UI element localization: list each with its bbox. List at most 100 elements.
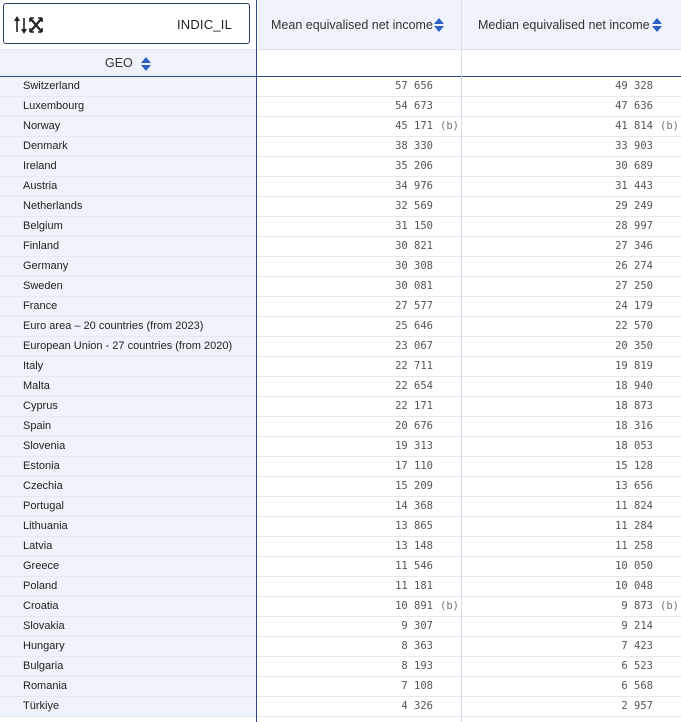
- geo-row-label[interactable]: Malta: [0, 377, 256, 396]
- median-value-cell: 20 350: [615, 340, 653, 352]
- table-row: Czechia 15 209 13 656: [0, 477, 681, 497]
- mean-value-cell: 22 654: [395, 380, 433, 392]
- data-table: INDIC_IL Mean equivalised net income Med…: [0, 0, 681, 722]
- median-value-cell: 41 814: [615, 120, 653, 132]
- table-row: Euro area – 20 countries (from 2023) 25 6…: [0, 317, 681, 337]
- geo-row-label[interactable]: Croatia: [0, 597, 256, 616]
- geo-row-label[interactable]: Sweden: [0, 277, 256, 296]
- mean-value-cell: 15 209: [395, 480, 433, 492]
- mean-value-cell: 11 181: [395, 580, 433, 592]
- geo-row-label[interactable]: Norway: [0, 117, 256, 136]
- geo-row-label[interactable]: France: [0, 297, 256, 316]
- geo-row-label[interactable]: Estonia: [0, 457, 256, 476]
- mean-value-cell: 23 067: [395, 340, 433, 352]
- mean-value-cell: 45 171: [395, 120, 433, 132]
- table-row: European Union - 27 countries (from 2020…: [0, 337, 681, 357]
- table-row: Switzerland 57 656 49 328: [0, 77, 681, 97]
- geo-row-label[interactable]: Bulgaria: [0, 657, 256, 676]
- table-row: Estonia 17 110 15 128: [0, 457, 681, 477]
- geo-row-label[interactable]: Türkiye: [0, 697, 256, 716]
- median-value-cell: 24 179: [615, 300, 653, 312]
- median-value-cell: 7 423: [621, 640, 653, 652]
- column-header-mean[interactable]: Mean equivalised net income: [258, 0, 461, 50]
- geo-row-label[interactable]: Hungary: [0, 637, 256, 656]
- sort-up-down-icon[interactable]: [433, 17, 445, 33]
- median-value-cell: 28 997: [615, 220, 653, 232]
- median-value-cell: 2 957: [621, 700, 653, 712]
- geo-row-label[interactable]: Slovakia: [0, 617, 256, 636]
- sort-swap-icon[interactable]: [11, 15, 47, 35]
- geo-row-label[interactable]: Denmark: [0, 137, 256, 156]
- table-row: Latvia 13 148 11 258: [0, 537, 681, 557]
- mean-value-cell: 8 363: [401, 640, 433, 652]
- table-row: Cyprus 22 171 18 873: [0, 397, 681, 417]
- median-value-cell: 10 048: [615, 580, 653, 592]
- mean-value-cell: 32 569: [395, 200, 433, 212]
- geo-row-label[interactable]: Spain: [0, 417, 256, 436]
- sort-up-down-icon[interactable]: [651, 17, 663, 33]
- table-row: Lithuania 13 865 11 284: [0, 517, 681, 537]
- geo-row-label[interactable]: Romania: [0, 677, 256, 696]
- table-row: Portugal 14 368 11 824: [0, 497, 681, 517]
- geo-row-label[interactable]: Czechia: [0, 477, 256, 496]
- geo-row-label[interactable]: European Union - 27 countries (from 2020…: [0, 337, 256, 356]
- table-row: Hungary 8 363 7 423: [0, 637, 681, 657]
- row-header-divider: [256, 0, 257, 722]
- median-value-cell: 10 050: [615, 560, 653, 572]
- geo-row-label[interactable]: Poland: [0, 577, 256, 596]
- column-header-label: Mean equivalised net income: [271, 18, 433, 32]
- median-value-cell: 11 284: [615, 520, 653, 532]
- geo-row-label[interactable]: Slovenia: [0, 437, 256, 456]
- geo-row-label[interactable]: Switzerland: [0, 77, 256, 96]
- median-value-cell: 18 873: [615, 400, 653, 412]
- table-row: Malta 22 654 18 940: [0, 377, 681, 397]
- geo-dimension-label: GEO: [105, 56, 133, 70]
- geo-row-label[interactable]: Lithuania: [0, 517, 256, 536]
- geo-row-label[interactable]: Belgium: [0, 217, 256, 236]
- table-row: Bulgaria 8 193 6 523: [0, 657, 681, 677]
- table-row: Romania 7 108 6 568: [0, 677, 681, 697]
- column-header-median[interactable]: Median equivalised net income: [462, 0, 681, 50]
- geo-row-label[interactable]: Latvia: [0, 537, 256, 556]
- mean-value-cell: 57 656: [395, 80, 433, 92]
- median-value-cell: 29 249: [615, 200, 653, 212]
- geo-row-label[interactable]: Italy: [0, 357, 256, 376]
- geo-row-label[interactable]: Germany: [0, 257, 256, 276]
- indicator-dimension-label: INDIC_IL: [176, 17, 232, 32]
- median-value-cell: 6 568: [621, 680, 653, 692]
- median-flag: (b): [660, 600, 679, 612]
- geo-row-label[interactable]: Cyprus: [0, 397, 256, 416]
- mean-value-cell: 20 676: [395, 420, 433, 432]
- median-value-cell: 11 824: [615, 500, 653, 512]
- mean-value-cell: 13 865: [395, 520, 433, 532]
- sort-up-down-icon[interactable]: [140, 56, 152, 72]
- row-dimension-header[interactable]: GEO: [0, 50, 256, 76]
- table-row: France 27 577 24 179: [0, 297, 681, 317]
- median-value-cell: 15 128: [615, 460, 653, 472]
- geo-row-label[interactable]: Ireland: [0, 157, 256, 176]
- mean-value-cell: 27 577: [395, 300, 433, 312]
- geo-row-label[interactable]: Finland: [0, 237, 256, 256]
- median-value-cell: 30 689: [615, 160, 653, 172]
- geo-row-label[interactable]: Netherlands: [0, 197, 256, 216]
- median-value-cell: 49 328: [615, 80, 653, 92]
- mean-value-cell: 8 193: [401, 660, 433, 672]
- geo-row-label[interactable]: Euro area – 20 countries (from 2023): [0, 317, 256, 336]
- geo-row-label[interactable]: Austria: [0, 177, 256, 196]
- median-value-cell: 19 819: [615, 360, 653, 372]
- mean-flag: (b): [440, 120, 459, 132]
- table-row: Sweden 30 081 27 250: [0, 277, 681, 297]
- geo-row-label[interactable]: Luxembourg: [0, 97, 256, 116]
- median-value-cell: 27 250: [615, 280, 653, 292]
- median-value-cell: 31 443: [615, 180, 653, 192]
- mean-value-cell: 35 206: [395, 160, 433, 172]
- geo-row-label[interactable]: Greece: [0, 557, 256, 576]
- mean-value-cell: 31 150: [395, 220, 433, 232]
- median-value-cell: 33 903: [615, 140, 653, 152]
- mean-value-cell: 22 711: [395, 360, 433, 372]
- geo-row-label[interactable]: Portugal: [0, 497, 256, 516]
- median-value-cell: 22 570: [615, 320, 653, 332]
- mean-value-cell: 54 673: [395, 100, 433, 112]
- dimension-pivot-box[interactable]: INDIC_IL: [3, 3, 250, 44]
- table-row: Denmark 38 330 33 903: [0, 137, 681, 157]
